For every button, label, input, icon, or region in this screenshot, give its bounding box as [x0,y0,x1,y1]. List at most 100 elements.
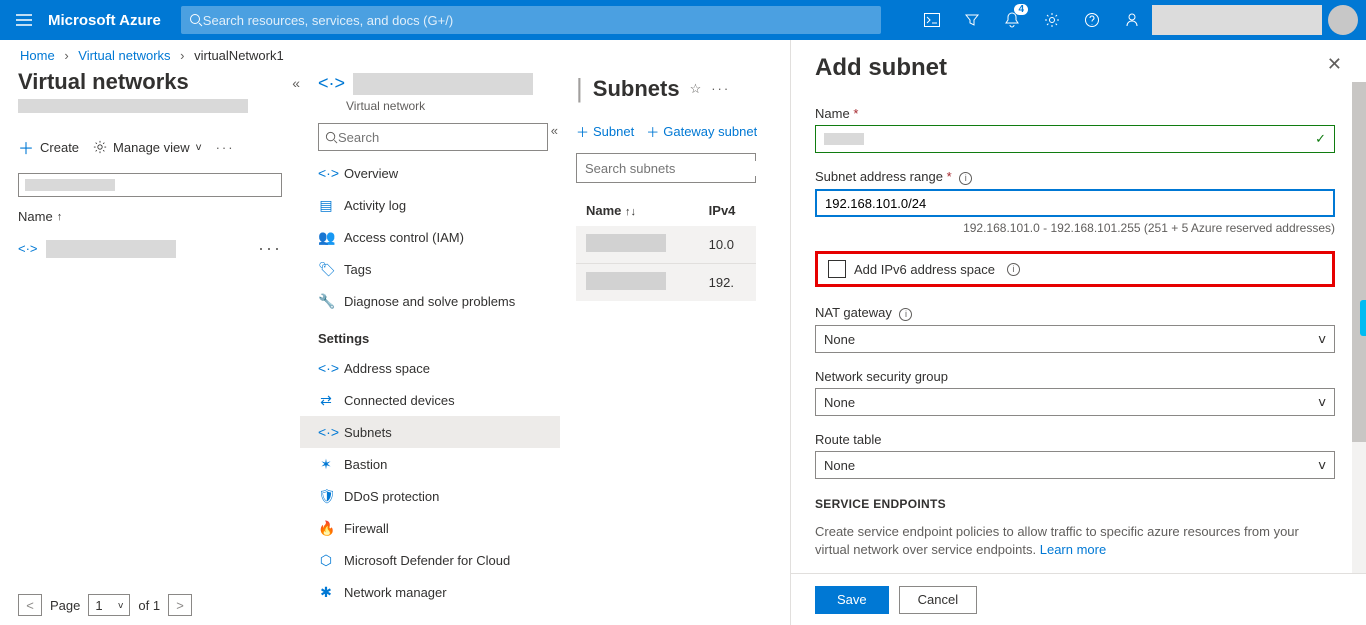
more-button[interactable]: ··· [711,81,730,96]
menu-firewall[interactable]: 🔥Firewall [300,512,560,544]
subnets-title: Subnets [593,76,680,102]
notification-badge: 4 [1014,4,1028,15]
menu-diagnose[interactable]: 🔧Diagnose and solve problems [300,285,560,317]
name-value-redacted [824,133,864,145]
filter-value-redacted [25,179,115,191]
account-box[interactable] [1152,5,1322,35]
ipv6-checkbox-row[interactable]: Add IPv6 address space i [815,251,1335,287]
page-num: 1 [95,598,102,613]
manage-view-button[interactable]: Manage view ⅴ [93,140,202,155]
filter-input[interactable] [18,173,282,197]
vnet-row[interactable]: <·> ··· [18,238,282,259]
info-icon[interactable]: i [899,308,912,321]
help-button[interactable] [1072,0,1112,40]
settings-button[interactable] [1032,0,1072,40]
th-name[interactable]: Name ↑↓ [576,195,699,226]
vnets-blade: « Virtual networks ＋ Create Manage view … [0,67,300,624]
menu-address-space[interactable]: <·>Address space [300,352,560,384]
chevron-down-icon: ⅴ [1318,394,1326,410]
avatar[interactable] [1328,5,1358,35]
name-field[interactable] [824,132,1326,147]
feedback-button[interactable] [1112,0,1152,40]
create-label: Create [40,140,79,155]
cloud-shell-icon [924,13,940,27]
range-input[interactable] [815,189,1335,217]
cell-ipv4: 192. [699,264,756,302]
menu-network-manager[interactable]: ✱Network manager [300,576,560,608]
close-button[interactable]: ✕ [1327,54,1342,75]
crumb-home[interactable]: Home [20,48,55,63]
ipv6-label: Add IPv6 address space [854,262,995,277]
more-button[interactable]: ··· [216,140,235,155]
menu-defender[interactable]: ⬡Microsoft Defender for Cloud [300,544,560,576]
name-header-label: Name [18,209,53,224]
add-subnet-button[interactable]: ＋Subnet [576,122,634,141]
global-search[interactable] [181,6,881,34]
topbar: Microsoft Azure 4 [0,0,1366,40]
pager-prev[interactable]: < [18,594,42,616]
name-input[interactable]: ✓ [815,125,1335,153]
crumb-sep: › [58,48,74,63]
save-button[interactable]: Save [815,586,889,614]
cancel-button[interactable]: Cancel [899,586,977,614]
range-field[interactable] [825,196,1325,211]
hamburger-button[interactable] [0,0,48,40]
info-icon[interactable]: i [1007,263,1020,276]
directory-button[interactable] [952,0,992,40]
collapse-button[interactable]: « [551,123,558,138]
menu-overview[interactable]: <·>Overview [300,157,560,189]
notifications-button[interactable]: 4 [992,0,1032,40]
subnet-search-input[interactable] [585,161,761,176]
brand-label: Microsoft Azure [48,12,181,29]
cloud-shell-button[interactable] [912,0,952,40]
route-select[interactable]: Noneⅴ [815,451,1335,479]
pin-button[interactable]: ☆ [690,81,702,97]
menu-iam[interactable]: 👥Access control (IAM) [300,221,560,253]
row-more-button[interactable]: ··· [258,238,282,259]
check-icon: ✓ [1315,131,1326,147]
pager: < Page 1ⅴ of 1 > [18,594,192,616]
table-row[interactable]: 192. [576,264,756,302]
menu-search[interactable] [318,123,548,151]
create-button[interactable]: ＋ Create [18,135,79,159]
manage-view-label: Manage view [113,140,190,155]
menu-label: Diagnose and solve problems [344,294,515,309]
ipv6-checkbox[interactable] [828,260,846,278]
menu-bastion[interactable]: ✶Bastion [300,448,560,480]
pager-next[interactable]: > [168,594,192,616]
nsg-select[interactable]: Noneⅴ [815,388,1335,416]
crumb-vnets[interactable]: Virtual networks [78,48,170,63]
range-hint: 192.168.101.0 - 192.168.101.255 (251 + 5… [815,221,1335,235]
add-subnet-panel: Add subnet ✕ Name * ✓ Subnet address ran… [790,40,1366,625]
btn-label: Subnet [593,124,634,139]
menu-search-input[interactable] [338,130,541,145]
collapse-button[interactable]: « [292,75,300,91]
learn-more-link[interactable]: Learn more [1040,542,1106,557]
info-icon[interactable]: i [959,172,972,185]
menu-ddos[interactable]: 🛡DDoS protection [300,480,560,512]
table-row[interactable]: 10.0 [576,226,756,264]
vnet-icon: <·> [18,241,38,256]
menu-tags[interactable]: 🏷Tags [300,253,560,285]
column-header-name[interactable]: Name ↑ [18,209,282,224]
menu-activity-log[interactable]: ▤Activity log [300,189,560,221]
edge-tab[interactable] [1360,300,1366,336]
subnet-search[interactable] [576,153,756,183]
vnet-icon: <·> [318,73,345,94]
global-search-input[interactable] [203,13,873,28]
menu-connected-devices[interactable]: ⇄Connected devices [300,384,560,416]
menu-label: Firewall [344,521,389,536]
vnet-name-redacted [46,240,176,258]
hamburger-icon [16,14,32,26]
add-gw-subnet-button[interactable]: ＋Gateway subnet [646,122,757,141]
plus-icon: ＋ [18,135,34,159]
menu-subnets[interactable]: <·>Subnets [300,416,560,448]
th-ipv4[interactable]: IPv4 [699,195,756,226]
page-select[interactable]: 1ⅴ [88,594,130,616]
subnet-name-redacted [586,272,666,290]
scrollbar-thumb[interactable] [1352,82,1366,442]
menu-label: Tags [344,262,371,277]
nat-select[interactable]: Noneⅴ [815,325,1335,353]
vnets-subtitle-redacted [18,99,248,113]
crumb-sep: › [174,48,190,63]
